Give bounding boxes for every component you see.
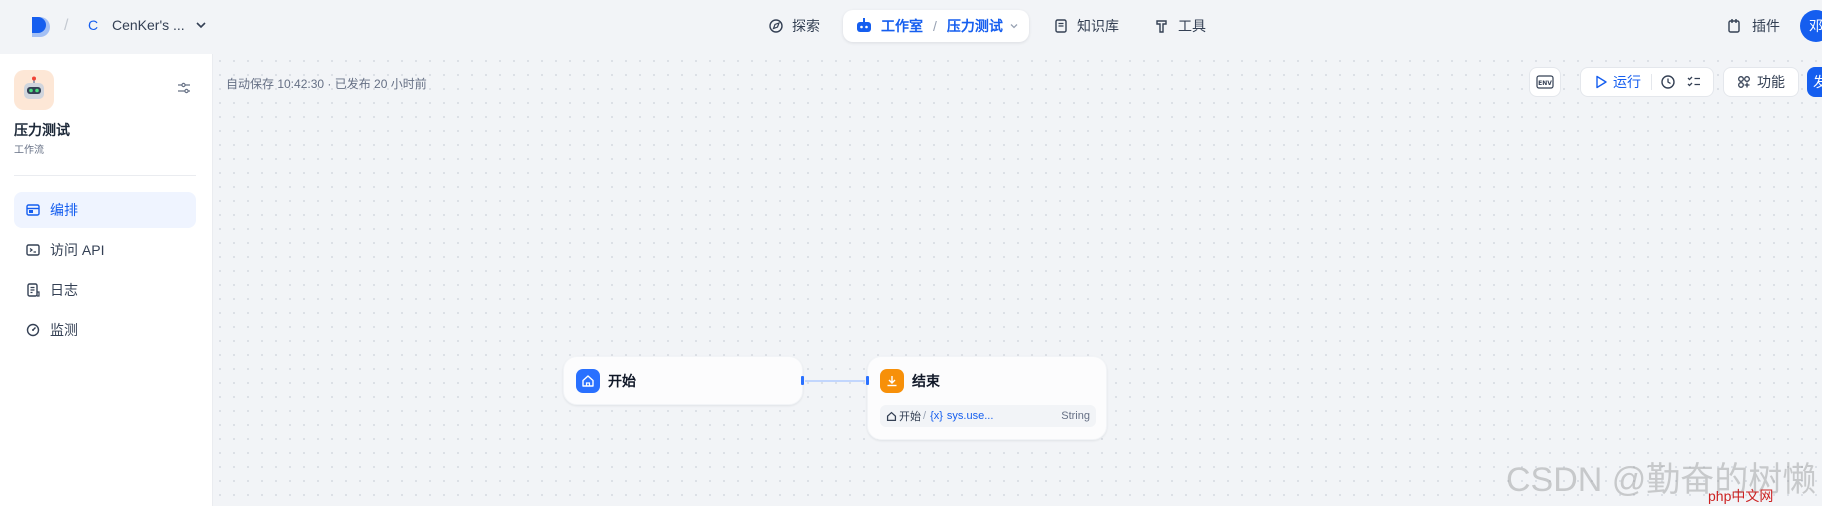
breadcrumb-separator: / xyxy=(64,17,69,34)
book-icon xyxy=(1055,19,1067,33)
env-icon: ENV xyxy=(1536,75,1554,89)
checklist-icon[interactable] xyxy=(1686,74,1702,90)
settings-sliders-icon[interactable] xyxy=(176,80,192,96)
env-button[interactable]: ENV xyxy=(1529,67,1561,97)
app-name: 压力测试 xyxy=(14,122,70,138)
sidebar-item-label: 日志 xyxy=(50,282,78,298)
top-bar: / C CenKer's ... 探索 工作室 / 压力测试 知识库 工具 插件… xyxy=(0,0,1822,54)
workspace-name[interactable]: CenKer's ... xyxy=(112,17,185,33)
breadcrumb-separator: / xyxy=(923,410,927,422)
sidebar-item-api[interactable]: 访问 API xyxy=(14,232,196,268)
nav-studio-label: 工作室 xyxy=(881,18,923,34)
sidebar-item-label: 监测 xyxy=(50,322,78,338)
compass-icon xyxy=(769,19,783,33)
node-title: 开始 xyxy=(608,373,636,389)
start-node[interactable]: 开始 xyxy=(563,356,804,405)
nav-explore[interactable]: 探索 xyxy=(768,10,820,42)
nav-studio[interactable]: 工作室 / 压力测试 xyxy=(843,10,1029,42)
app-type: 工作流 xyxy=(14,145,44,156)
grid-icon xyxy=(1738,76,1750,88)
publish-button[interactable]: 发 xyxy=(1807,67,1822,97)
chevron-down-icon[interactable] xyxy=(1009,21,1019,31)
layout-icon xyxy=(26,204,40,216)
nav-explore-label: 探索 xyxy=(792,18,820,34)
sidebar-item-monitor[interactable]: 监测 xyxy=(14,312,196,348)
nav-tools[interactable]: 工具 xyxy=(1154,10,1206,42)
variable-name: sys.use... xyxy=(946,410,994,422)
node-header: 结束 xyxy=(880,369,940,393)
home-icon xyxy=(576,369,600,393)
robot-icon xyxy=(24,76,44,99)
site-watermark: php中文网 xyxy=(1708,488,1774,504)
sidebar-item-orchestrate[interactable]: 编排 xyxy=(14,192,196,228)
node-header: 开始 xyxy=(576,369,636,393)
history-icon[interactable] xyxy=(1660,74,1676,90)
sidebar-item-label: 编排 xyxy=(50,202,78,218)
node-title: 结束 xyxy=(912,373,940,389)
gauge-icon xyxy=(26,323,40,337)
nav-knowledge-label: 知识库 xyxy=(1077,18,1119,34)
flag-icon xyxy=(880,369,904,393)
workspace-avatar[interactable]: C xyxy=(82,14,104,36)
breadcrumb-separator: / xyxy=(933,18,937,34)
nav-app-label[interactable]: 压力测试 xyxy=(947,16,1003,36)
document-icon xyxy=(27,283,40,297)
app-icon xyxy=(14,70,54,110)
chevron-down-icon[interactable] xyxy=(194,18,208,32)
run-toolbar: 运行 xyxy=(1580,67,1714,97)
env-icon-label: ENV xyxy=(1538,80,1552,87)
home-icon xyxy=(886,411,897,421)
variable-source-label: 开始 xyxy=(899,411,921,423)
terminal-icon xyxy=(26,244,40,256)
autosave-status: 自动保存 10:42:30 · 已发布 20 小时前 xyxy=(226,77,427,91)
end-node[interactable]: 结束 开始 / {x} sys.use... String xyxy=(866,356,1107,440)
features-label: 功能 xyxy=(1757,74,1785,90)
app-sidebar: 压力测试 工作流 编排 访问 API 日志 监测 xyxy=(0,54,213,506)
variable-prefix: {x} xyxy=(930,410,943,422)
user-avatar[interactable]: 邓 xyxy=(1800,10,1822,42)
output-variable-row[interactable]: 开始 / {x} sys.use... String xyxy=(880,405,1096,427)
hammer-icon xyxy=(1156,20,1167,33)
sidebar-item-logs[interactable]: 日志 xyxy=(14,272,196,308)
nav-knowledge[interactable]: 知识库 xyxy=(1053,10,1119,42)
sidebar-item-label: 访问 API xyxy=(50,242,105,258)
divider xyxy=(1651,74,1652,90)
plugin-icon xyxy=(1728,19,1740,33)
edge-connection[interactable] xyxy=(803,375,867,387)
run-label: 运行 xyxy=(1613,74,1641,90)
features-button[interactable]: 功能 xyxy=(1723,67,1799,97)
variable-type: String xyxy=(1061,410,1090,422)
run-button[interactable]: 运行 xyxy=(1595,72,1641,92)
robot-icon xyxy=(857,18,871,32)
plugin-button[interactable]: 插件 xyxy=(1726,16,1780,36)
variable-source: 开始 xyxy=(886,408,921,424)
node-input-handle[interactable] xyxy=(866,376,869,385)
divider xyxy=(14,175,196,176)
node-output-handle[interactable] xyxy=(801,376,804,385)
dify-logo-icon[interactable] xyxy=(30,15,52,39)
play-icon xyxy=(1596,75,1607,89)
nav-tools-label: 工具 xyxy=(1178,18,1206,34)
plugin-label: 插件 xyxy=(1752,18,1780,34)
